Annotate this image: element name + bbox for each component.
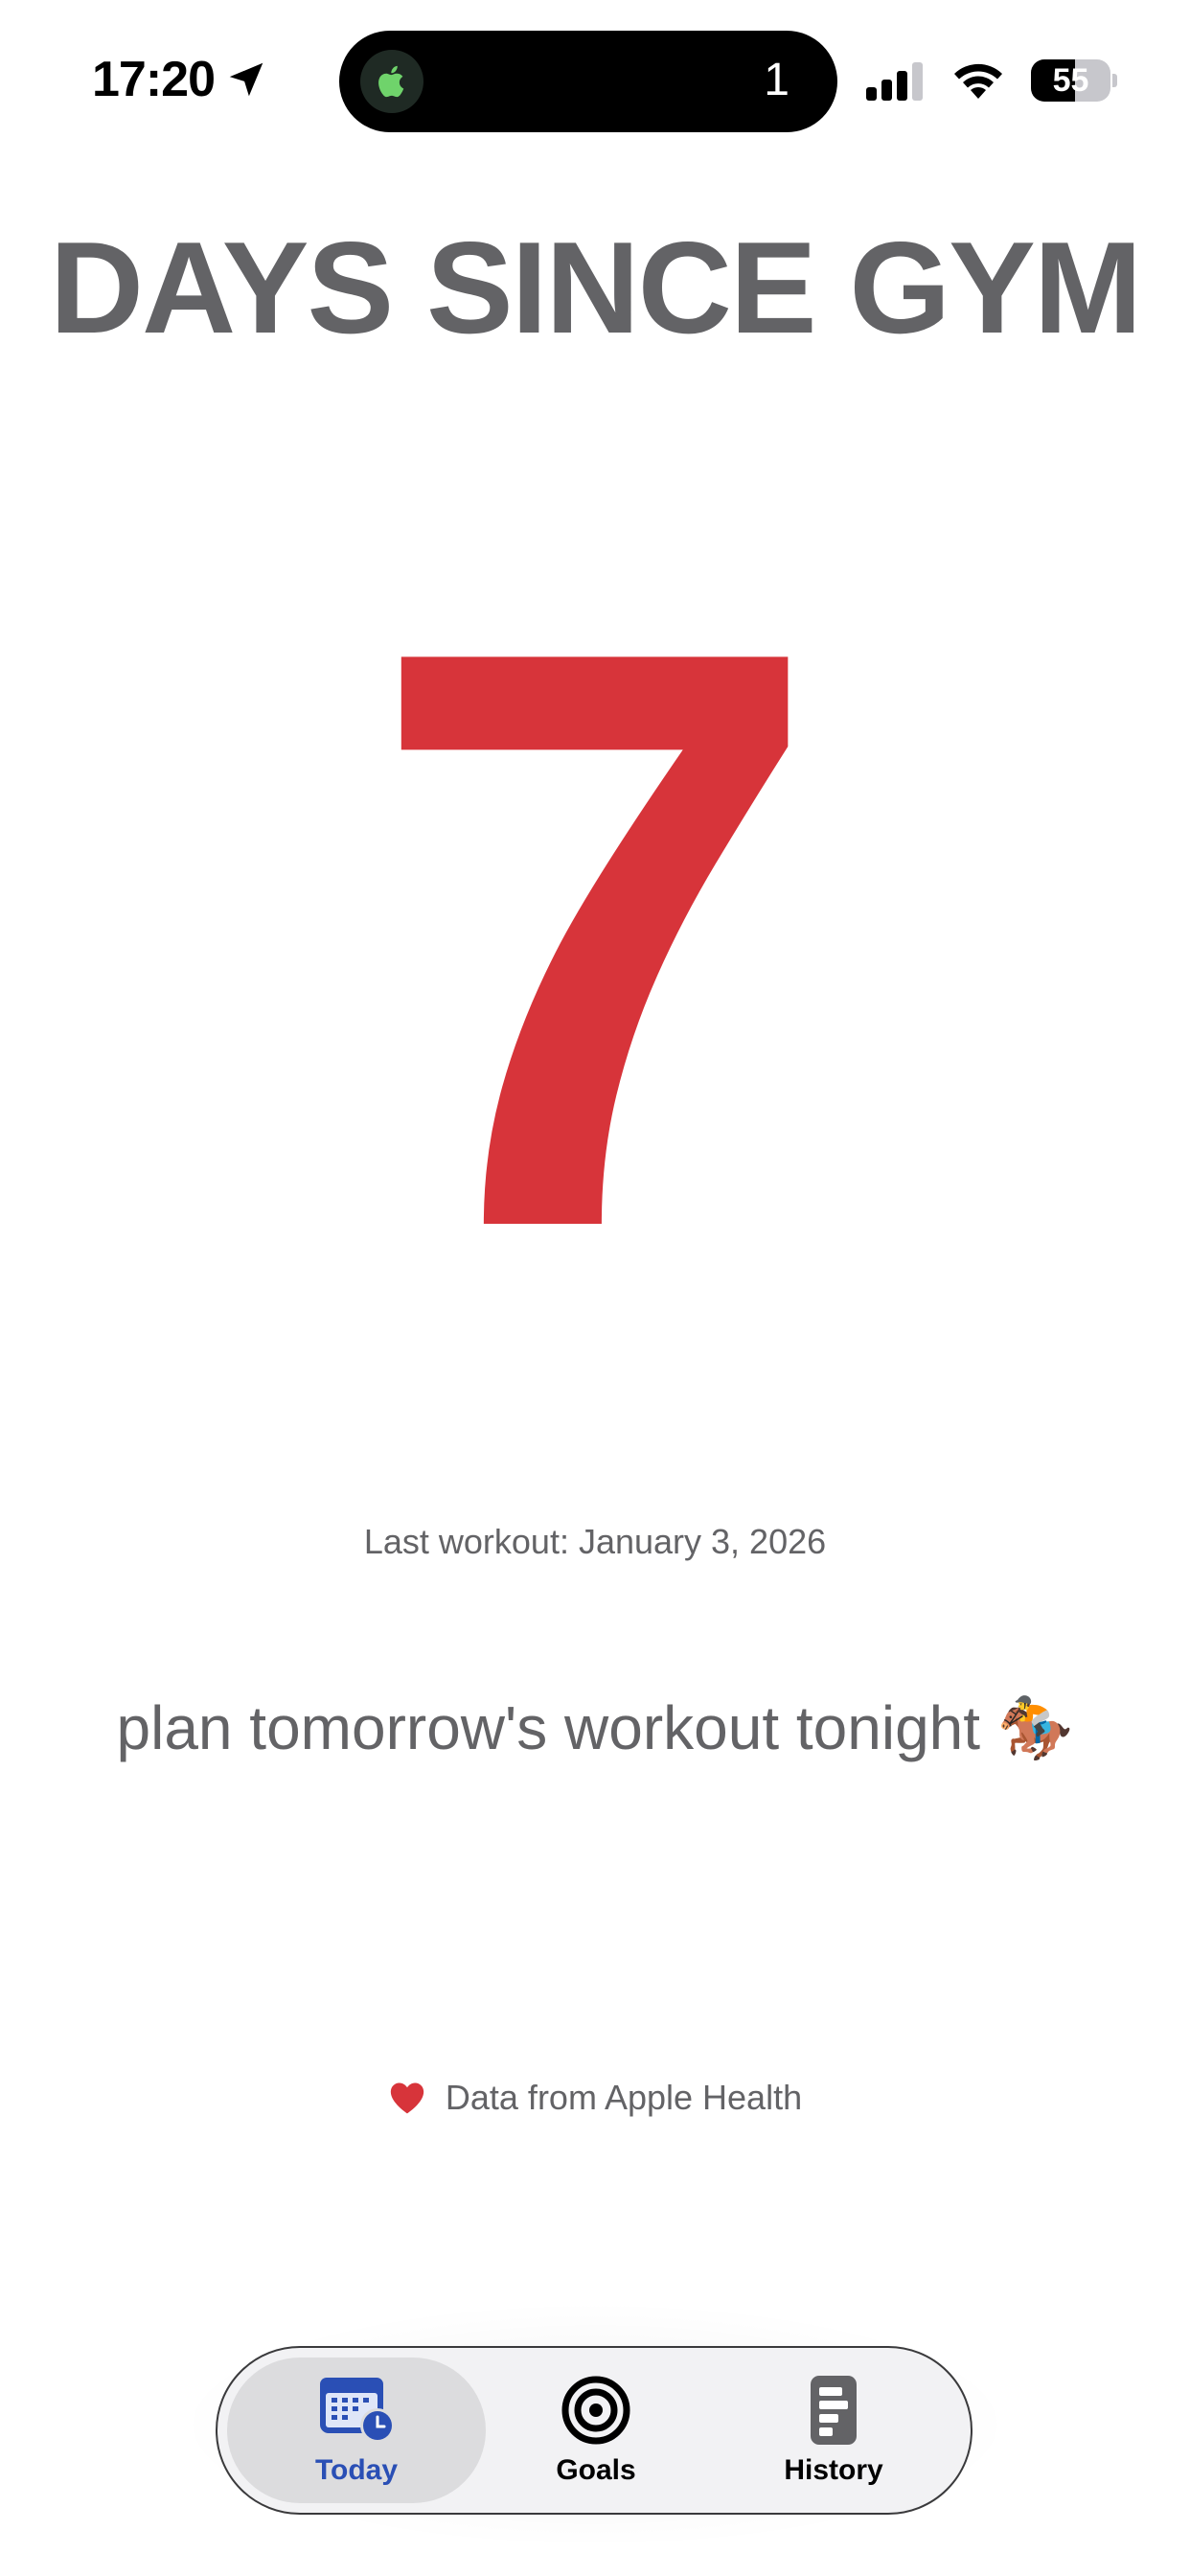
- app-screen: 17:20 1 55 DAYS SINCE GYM 7 Last workout…: [0, 0, 1190, 2576]
- status-time-label: 17:20: [92, 52, 216, 107]
- tab-bar: Today Goals History: [216, 2346, 973, 2515]
- battery-body: 55: [1031, 59, 1111, 102]
- island-app-icon: [360, 50, 423, 113]
- cellular-signal-icon: [866, 62, 923, 101]
- last-workout-date: Last workout: January 3, 2026: [363, 1522, 827, 1561]
- motivation-message: plan tomorrow's workout tonight 🏇: [116, 1693, 1074, 1762]
- data-source-label: Data from Apple Health: [445, 2078, 803, 2117]
- status-time: 17:20: [92, 48, 268, 111]
- tab-history[interactable]: History: [704, 2358, 963, 2503]
- tab-today[interactable]: Today: [227, 2358, 486, 2503]
- tab-history-label: History: [784, 2454, 883, 2486]
- tab-goals[interactable]: Goals: [467, 2358, 725, 2503]
- tab-goals-label: Goals: [556, 2454, 636, 2486]
- data-source-attribution: Data from Apple Health: [0, 2078, 1190, 2118]
- wifi-icon: [954, 63, 1002, 99]
- list-document-icon: [811, 2376, 857, 2445]
- heart-icon: [390, 2082, 424, 2114]
- battery-percent: 55: [1052, 61, 1089, 99]
- target-icon: [561, 2376, 630, 2445]
- days-since-counter: 7: [365, 478, 825, 1399]
- status-indicators: 55: [866, 56, 1117, 105]
- island-count: 1: [764, 55, 790, 105]
- location-arrow-icon: [229, 62, 263, 97]
- tab-today-label: Today: [314, 2454, 399, 2486]
- dynamic-island[interactable]: 1: [339, 31, 837, 132]
- battery-cap: [1112, 74, 1117, 87]
- calendar-clock-icon: [320, 2378, 395, 2443]
- apple-icon: [378, 65, 404, 98]
- battery-indicator: 55: [1031, 59, 1117, 102]
- page-title: DAYS SINCE GYM: [49, 215, 1142, 360]
